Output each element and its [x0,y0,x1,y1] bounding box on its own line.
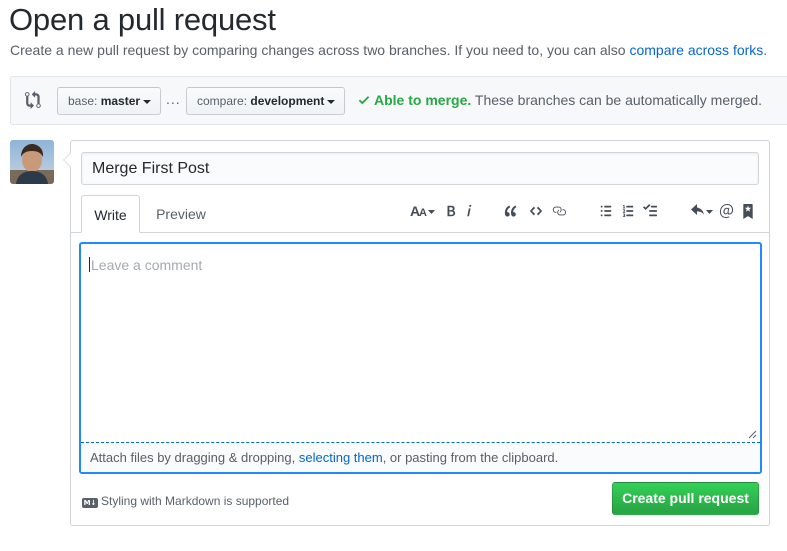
base-prefix: base: [68,94,101,108]
merge-detail: These branches can be automatically merg… [471,92,763,108]
comment-placeholder: Leave a comment [91,257,203,273]
tab-preview[interactable]: Preview [146,195,216,233]
tab-write[interactable]: Write [81,195,140,233]
text-cursor [89,257,90,272]
mention-icon[interactable] [717,201,735,221]
check-icon [358,96,370,105]
markdown-note-text[interactable]: Styling with Markdown is supported [101,494,289,508]
chevron-down-icon [327,99,336,104]
numbered-list-icon[interactable] [619,201,637,221]
compare-branch-name: development [250,94,325,108]
branch-range-bar: base: master ... compare: development Ab… [10,76,787,125]
merge-ok-label: Able to merge. [374,92,472,108]
quote-icon[interactable] [502,201,520,221]
code-icon[interactable] [527,201,545,221]
markdown-note: M↓ Styling with Markdown is supported [82,494,289,508]
compare-prefix: compare: [197,94,251,108]
page-subtitle: Create a new pull request by comparing c… [10,42,767,58]
range-separator: ... [166,91,181,107]
resize-handle-icon[interactable] [748,430,757,439]
subtitle-end: . [763,42,768,58]
avatar[interactable] [10,140,54,184]
chevron-down-icon [143,99,152,104]
bullet-list-icon[interactable] [597,201,615,221]
text-size-icon[interactable]: AA [410,201,436,221]
select-files-link[interactable]: selecting them [299,450,383,465]
attach-suffix: , or pasting from the clipboard. [382,450,559,465]
base-branch-select[interactable]: base: master [57,87,162,115]
markdown-icon: M↓ [82,498,98,508]
pr-title-input[interactable]: Merge First Post [81,152,759,185]
compare-branch-select[interactable]: compare: development [186,87,346,115]
base-branch-name: master [100,94,141,108]
comment-editor: Leave a comment Attach files by dragging… [79,242,762,474]
comment-textarea[interactable]: Leave a comment [81,244,760,442]
page-title: Open a pull request [9,2,276,37]
bold-icon[interactable] [442,201,460,221]
bookmark-icon[interactable] [739,201,757,221]
create-pull-request-button[interactable]: Create pull request [612,482,759,515]
svg-text:A: A [419,207,427,218]
attach-prefix: Attach files by dragging & dropping, [90,450,299,465]
pull-request-form: Merge First Post Write Preview AA Leave … [63,140,770,526]
italic-icon[interactable] [460,201,478,221]
compare-across-forks-link[interactable]: compare across forks [629,42,763,58]
merge-status: Able to merge. These branches can be aut… [357,92,762,108]
file-attach-bar[interactable]: Attach files by dragging & dropping, sel… [81,442,760,472]
subtitle-text: Create a new pull request by comparing c… [10,42,630,58]
reply-icon[interactable] [690,201,714,221]
compare-arrows-icon [25,91,43,109]
link-icon[interactable] [550,201,568,221]
task-list-icon[interactable] [641,201,659,221]
